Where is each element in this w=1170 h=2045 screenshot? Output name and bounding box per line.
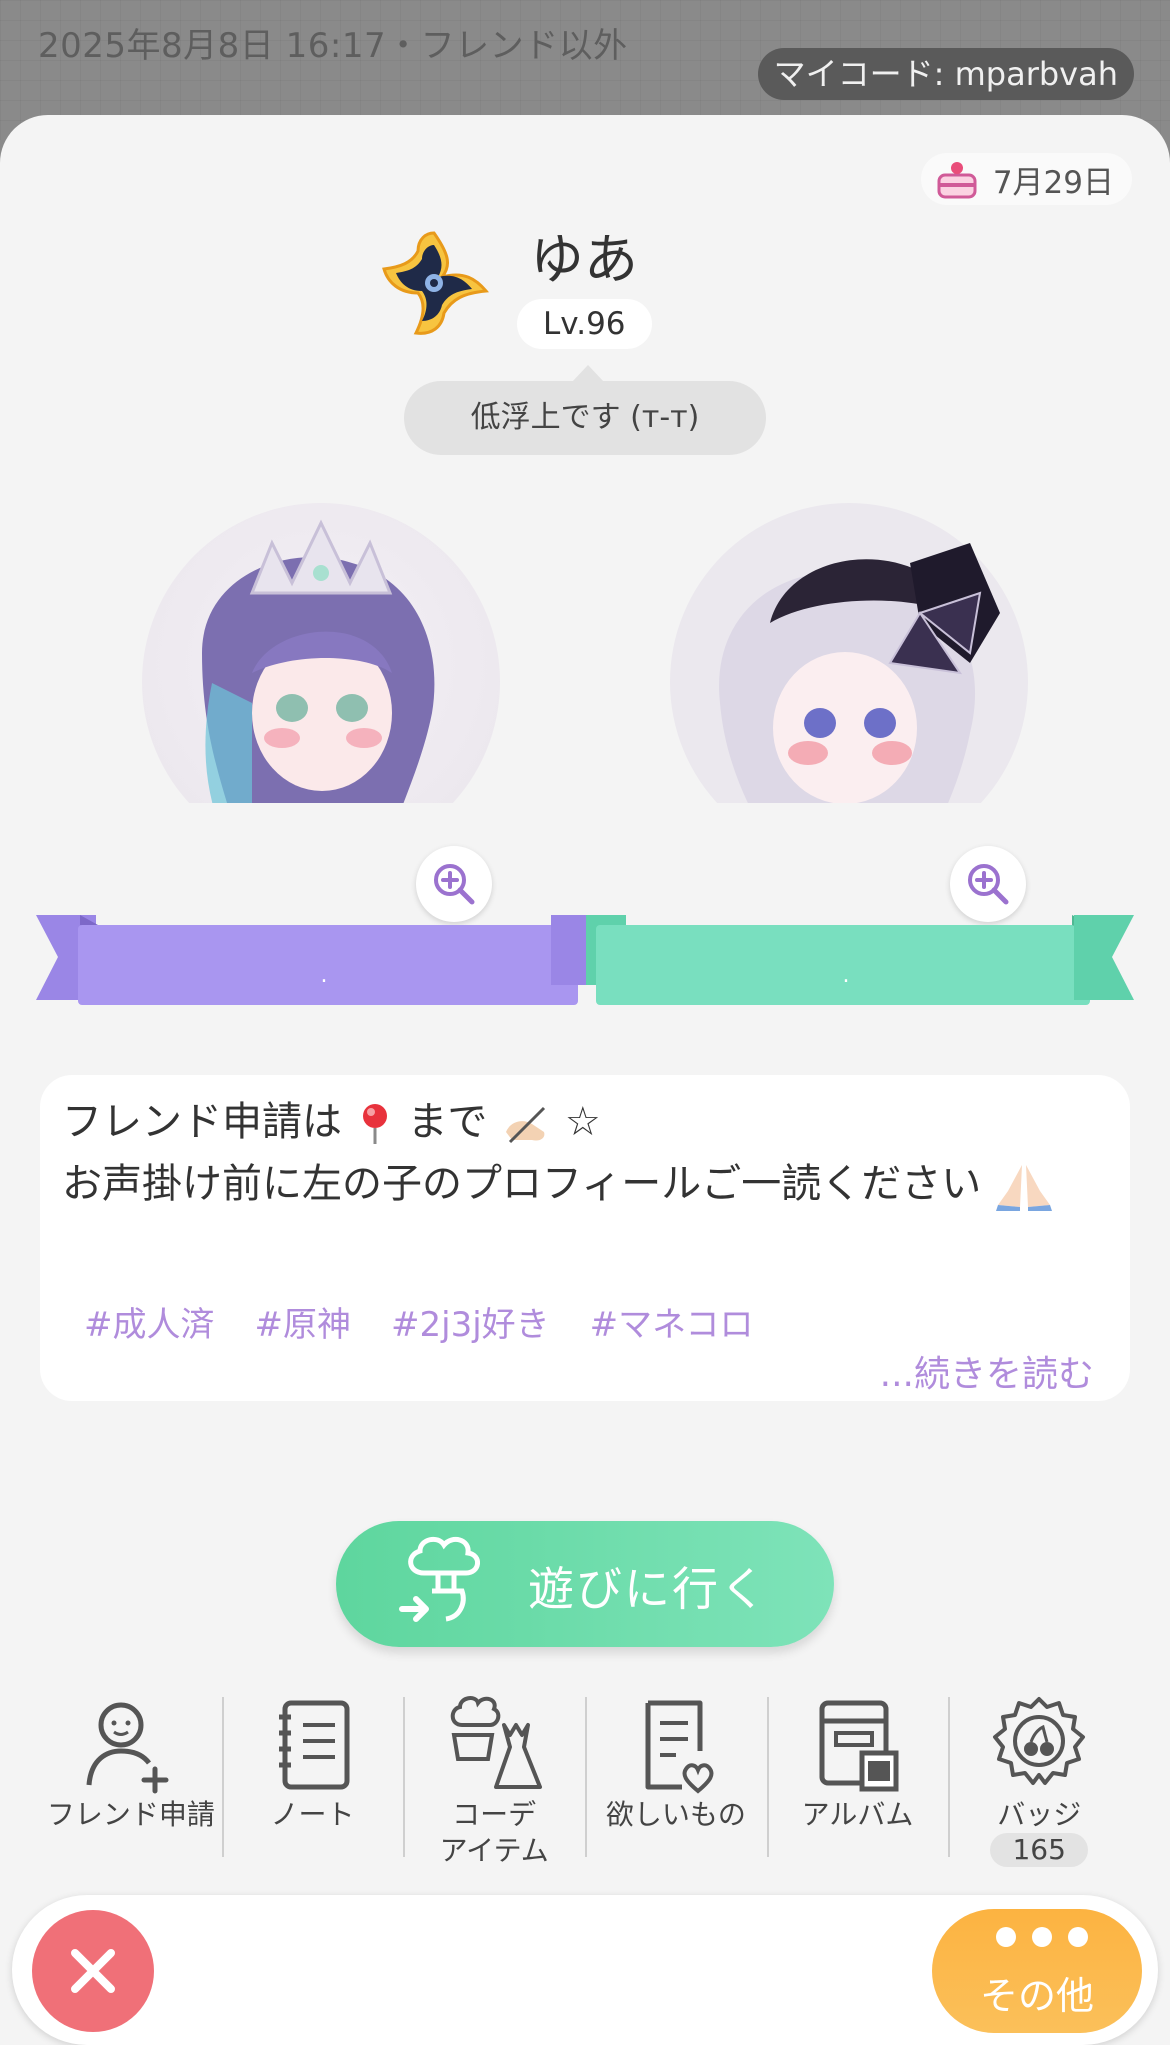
zoom-in-icon bbox=[434, 864, 475, 905]
status-message: 低浮上です (т-т) bbox=[404, 365, 766, 455]
ribbon-right-name: . bbox=[842, 963, 850, 988]
birthday-text: 7月29日 bbox=[992, 164, 1114, 201]
note-label: ノート bbox=[270, 1798, 355, 1831]
avatar-right[interactable] bbox=[670, 503, 1028, 803]
visit-room-icon bbox=[399, 1536, 480, 1622]
go-play-label: 遊びに行く bbox=[528, 1562, 768, 1616]
profile-menu: フレンド申請 ノート コーデ アイテム 欲しいもの アルバム バッジ 165 bbox=[40, 1685, 1130, 1867]
user-name: ゆあ bbox=[530, 228, 638, 291]
friend-request-button[interactable]: フレンド申請 bbox=[40, 1685, 222, 1865]
zoom-right-button[interactable] bbox=[950, 846, 1026, 922]
album-icon bbox=[819, 1700, 899, 1792]
cake-icon bbox=[937, 162, 977, 199]
tag[interactable]: #成人済 bbox=[84, 1297, 215, 1346]
bottom-action-bar: その他 bbox=[12, 1895, 1158, 2045]
badge-button[interactable]: バッジ 165 bbox=[948, 1685, 1130, 1867]
more-dots-icon bbox=[996, 1927, 1088, 1947]
close-icon bbox=[71, 1949, 115, 1993]
bio-card[interactable]: フレンド申請は まで ☆ お声掛け前に左の子のプロフィールご一読ください #成人… bbox=[40, 1075, 1130, 1401]
add-friend-icon bbox=[86, 1702, 169, 1794]
ribbon-left-name: . bbox=[320, 963, 328, 988]
bio-line-1-text-b: まで bbox=[407, 1099, 488, 1145]
outfit-icon bbox=[450, 1696, 543, 1789]
bio-line-2: お声掛け前に左の子のプロフィールご一読ください bbox=[62, 1151, 1054, 1211]
wishlist-button[interactable]: 欲しいもの bbox=[585, 1685, 767, 1865]
go-play-button[interactable]: 遊びに行く bbox=[336, 1521, 834, 1647]
tag-list: #成人済 #原神 #2j3j好き #マネコロ bbox=[84, 1297, 753, 1346]
zoom-in-icon bbox=[968, 864, 1009, 905]
zoom-left-button[interactable] bbox=[416, 846, 492, 922]
coordinate-items-button[interactable]: コーデ アイテム bbox=[403, 1685, 585, 1867]
more-label: その他 bbox=[979, 1974, 1094, 2018]
writing-hand-icon bbox=[506, 1106, 546, 1144]
wishlist-icon bbox=[645, 1700, 714, 1794]
coordinate-items-label-1: コーデ bbox=[452, 1798, 537, 1831]
close-button[interactable] bbox=[32, 1910, 154, 2032]
my-code-badge[interactable]: マイコード: mparbvah bbox=[757, 48, 1134, 100]
bio-line-1-text-c: ☆ bbox=[564, 1099, 601, 1145]
friend-request-label: フレンド申請 bbox=[46, 1798, 215, 1831]
profile-sheet: 7月29日 ゆあ Lv.96 低浮上です (т-т) . . フレンド申請は ま… bbox=[0, 115, 1170, 2045]
more-button[interactable]: その他 bbox=[932, 1909, 1142, 2033]
badge-count: 165 bbox=[990, 1833, 1088, 1867]
note-button[interactable]: ノート bbox=[221, 1685, 404, 1865]
coordinate-items-label-2: アイテム bbox=[439, 1834, 549, 1867]
avatar-left[interactable] bbox=[142, 503, 500, 803]
album-button[interactable]: アルバム bbox=[766, 1685, 949, 1865]
read-more-link[interactable]: ...続きを読む bbox=[880, 1345, 1094, 1397]
album-label: アルバム bbox=[801, 1798, 914, 1831]
praying-hands-icon bbox=[995, 1165, 1052, 1211]
birthday-badge: 7月29日 bbox=[920, 153, 1132, 205]
tag[interactable]: #原神 bbox=[255, 1297, 352, 1346]
notebook-icon bbox=[278, 1700, 349, 1790]
bio-line-1: フレンド申請は まで ☆ bbox=[62, 1089, 601, 1147]
cherry-badge-icon bbox=[993, 1697, 1086, 1785]
shuriken-badge-icon[interactable] bbox=[378, 227, 490, 339]
wishlist-label: 欲しいもの bbox=[605, 1798, 746, 1831]
tag[interactable]: #マネコロ bbox=[590, 1297, 754, 1346]
bio-line-2-text: お声掛け前に左の子のプロフィールご一読ください bbox=[62, 1161, 982, 1207]
avatar-right-image bbox=[670, 503, 1028, 803]
bio-line-1-text-a: フレンド申請は bbox=[62, 1099, 342, 1145]
tag[interactable]: #2j3j好き bbox=[391, 1297, 550, 1346]
level-badge: Lv.96 bbox=[517, 299, 652, 349]
pushpin-icon bbox=[362, 1104, 387, 1144]
post-datetime: 2025年8月8日 16:17・フレンド以外 bbox=[38, 26, 628, 66]
badge-label: バッジ bbox=[997, 1798, 1082, 1831]
avatar-left-image bbox=[142, 503, 500, 803]
